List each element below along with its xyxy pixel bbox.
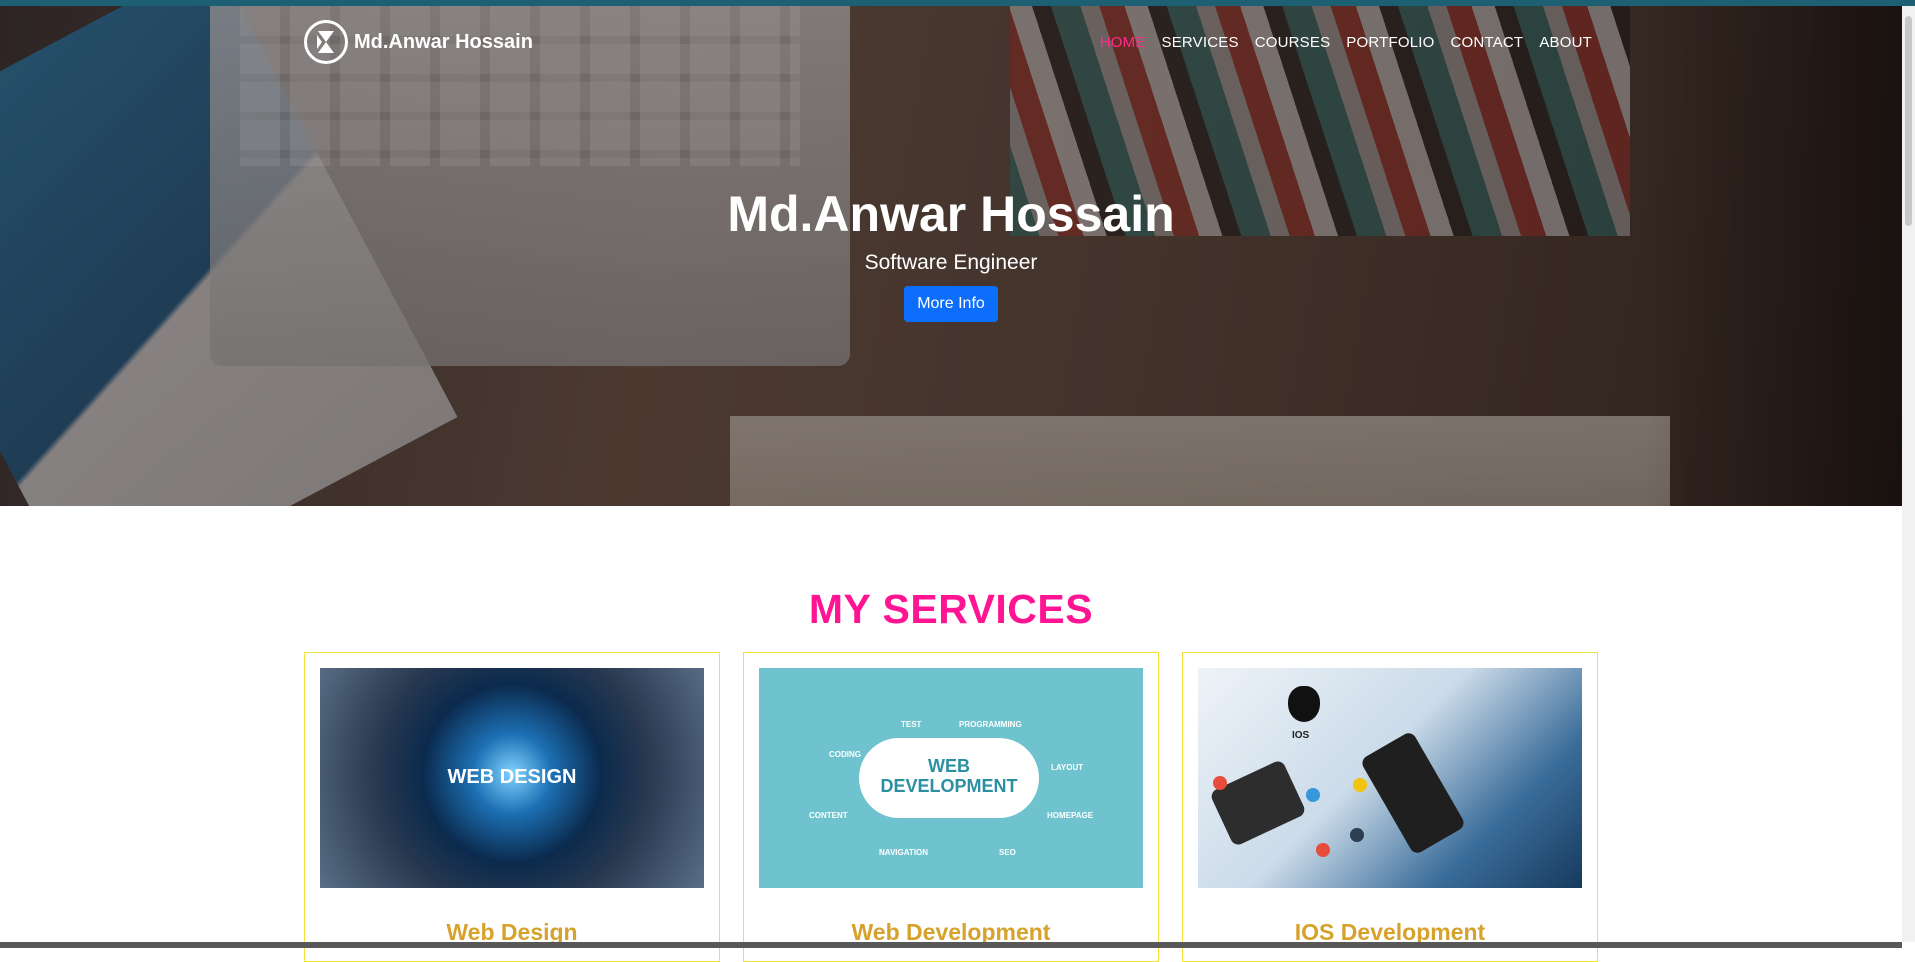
brand-logo-icon — [304, 20, 348, 64]
image-tag: CONTENT — [809, 811, 848, 820]
service-card-web-design[interactable]: WEB DESIGN Web Design — [304, 652, 720, 962]
web-design-image: WEB DESIGN — [320, 668, 704, 888]
service-card-web-development[interactable]: WEB DEVELOPMENT TEST PROGRAMMING CODING … — [743, 652, 1159, 962]
image-tag: LAYOUT — [1051, 763, 1084, 772]
nav-about[interactable]: ABOUT — [1539, 34, 1592, 51]
bottom-bar — [0, 942, 1902, 948]
phone-illustration — [1209, 758, 1307, 848]
navbar: Md.Anwar Hossain HOME SERVICES COURSES P… — [0, 6, 1902, 76]
app-dot-icon — [1213, 776, 1227, 790]
brand-name: Md.Anwar Hossain — [354, 30, 533, 53]
web-development-image-caption: WEB DEVELOPMENT — [880, 756, 1018, 796]
app-dot-icon — [1306, 788, 1320, 802]
app-dot-icon — [1353, 778, 1367, 792]
ios-development-image: IOS — [1198, 668, 1582, 888]
app-dot-icon — [1350, 828, 1364, 842]
scrollbar-thumb[interactable] — [1905, 16, 1912, 226]
nav-portfolio[interactable]: PORTFOLIO — [1346, 34, 1434, 51]
hero-content: Md.Anwar Hossain Software Engineer More … — [0, 186, 1902, 322]
more-info-button[interactable]: More Info — [904, 286, 998, 322]
image-tag: SEO — [999, 848, 1016, 857]
image-tag: NAVIGATION — [879, 848, 929, 857]
image-tag: CODING — [829, 750, 861, 759]
ios-image-caption: IOS — [1292, 730, 1310, 741]
web-design-image-caption: WEB DESIGN — [447, 766, 577, 788]
services-heading: MY SERVICES — [808, 586, 1094, 633]
image-tag: HOMEPAGE — [1047, 811, 1094, 820]
hero-banner: Md.Anwar Hossain Software Engineer More … — [0, 6, 1902, 506]
nav-services[interactable]: SERVICES — [1162, 34, 1239, 51]
service-card-ios-development[interactable]: IOS IOS Development — [1182, 652, 1598, 962]
web-development-image: WEB DEVELOPMENT TEST PROGRAMMING CODING … — [759, 668, 1143, 888]
image-tag: TEST — [901, 720, 922, 729]
hero-subtitle: Software Engineer — [864, 251, 1038, 274]
hero-title: Md.Anwar Hossain — [727, 186, 1175, 242]
nav-home[interactable]: HOME — [1100, 34, 1146, 51]
services-cards: WEB DESIGN Web Design WEB DEVELOPMENT TE… — [304, 652, 1598, 962]
image-tag: PROGRAMMING — [959, 720, 1022, 729]
brand[interactable]: Md.Anwar Hossain — [304, 20, 533, 64]
apple-icon — [1288, 686, 1320, 722]
main-nav: HOME SERVICES COURSES PORTFOLIO CONTACT … — [1100, 34, 1592, 51]
page-scrollbar[interactable] — [1902, 6, 1915, 942]
nav-courses[interactable]: COURSES — [1255, 34, 1331, 51]
nav-contact[interactable]: CONTACT — [1451, 34, 1524, 51]
phone-in-hand-illustration — [1359, 730, 1467, 856]
app-dot-icon — [1316, 843, 1330, 857]
